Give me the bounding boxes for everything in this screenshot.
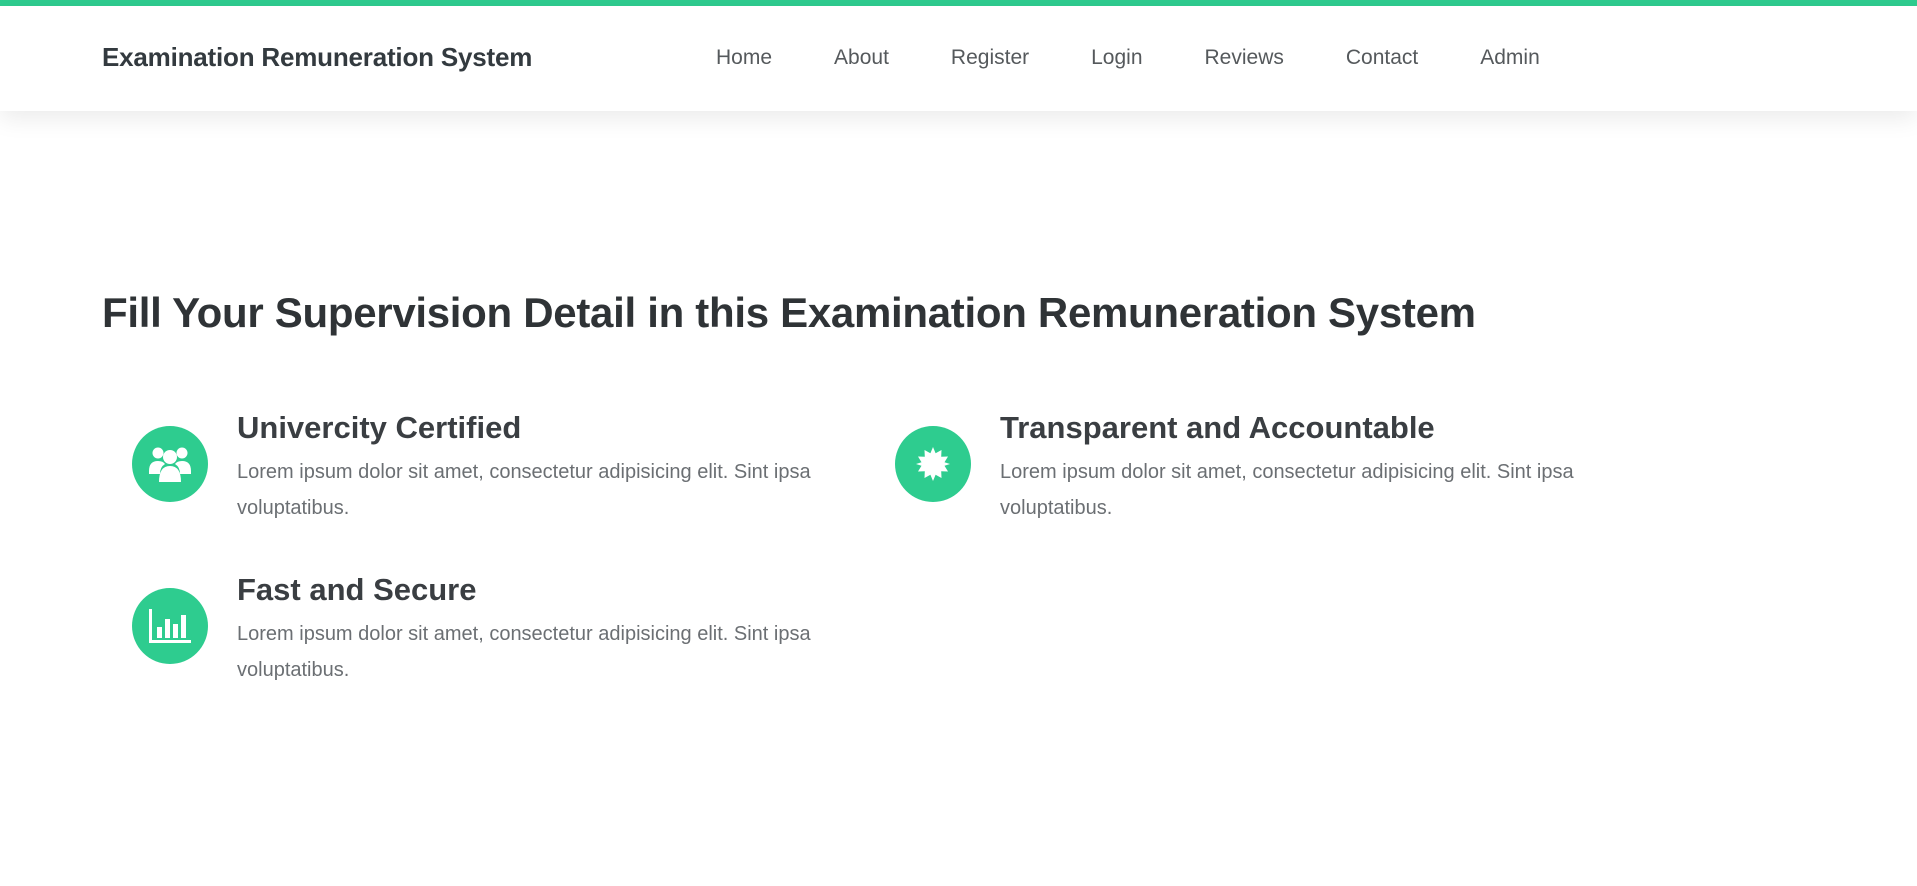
nav-login[interactable]: Login (1091, 46, 1142, 70)
nav-contact[interactable]: Contact (1346, 46, 1418, 70)
nav-register[interactable]: Register (951, 46, 1029, 70)
feature-item: Fast and Secure Lorem ipsum dolor sit am… (102, 572, 811, 692)
users-icon (149, 447, 191, 482)
feature-icon-circle (132, 426, 208, 502)
feature-icon-circle (895, 426, 971, 502)
feature-text: Lorem ipsum dolor sit amet, consectetur … (237, 623, 811, 681)
nav-reviews[interactable]: Reviews (1205, 46, 1284, 70)
feature-text: Lorem ipsum dolor sit amet, consectetur … (1000, 461, 1574, 519)
site-header: Examination Remuneration System Home Abo… (0, 6, 1917, 111)
feature-icon-circle (132, 588, 208, 664)
feature-item: Transparent and Accountable Lorem ipsum … (865, 410, 1574, 530)
nav-home[interactable]: Home (716, 46, 772, 70)
feature-text: Lorem ipsum dolor sit amet, consectetur … (237, 461, 811, 519)
feature-item: Univercity Certified Lorem ipsum dolor s… (102, 410, 811, 530)
page-headline: Fill Your Supervision Detail in this Exa… (102, 289, 1476, 336)
nav-admin[interactable]: Admin (1480, 46, 1540, 70)
feature-title: Fast and Secure (237, 572, 477, 607)
feature-title: Transparent and Accountable (1000, 410, 1435, 445)
feature-title: Univercity Certified (237, 410, 522, 445)
main-nav: Home About Register Login Reviews Contac… (716, 46, 1540, 70)
bar-chart-icon (149, 609, 191, 643)
site-brand[interactable]: Examination Remuneration System (102, 42, 532, 73)
badge-icon (916, 447, 950, 481)
nav-about[interactable]: About (834, 46, 889, 70)
